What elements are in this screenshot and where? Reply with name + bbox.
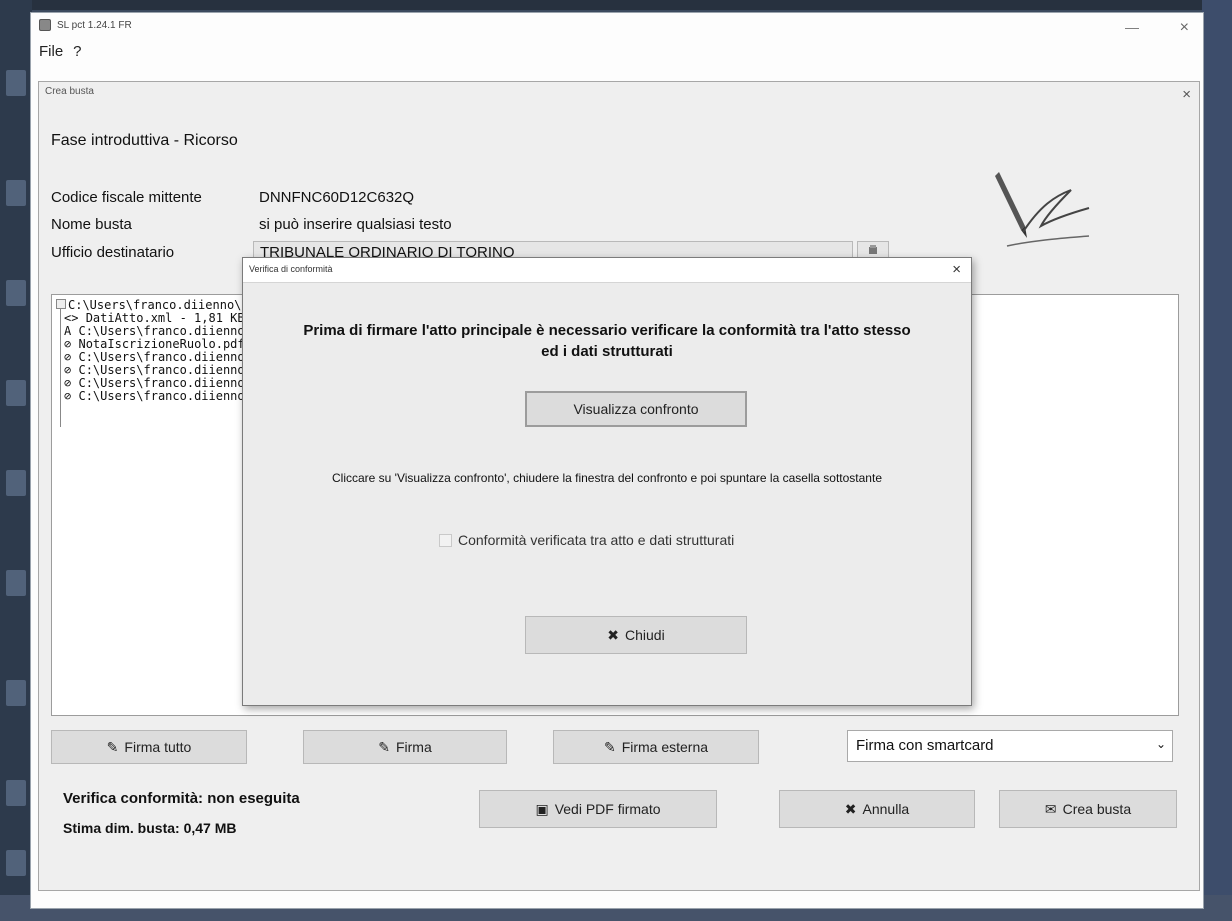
close-icon: ✖ [607, 626, 620, 643]
paperclip-icon: ⊘ [64, 337, 72, 351]
dialog-close-button[interactable]: × [1182, 86, 1191, 103]
tree-item[interactable]: A C:\Users\franco.diienno\ [64, 325, 252, 337]
codice-fiscale-value: DNNFNC60D12C632Q [259, 189, 415, 206]
nome-busta-value: si può inserire qualsiasi testo [259, 216, 452, 233]
paperclip-icon: ⊘ [64, 350, 72, 364]
conformita-checkbox-row[interactable]: Conformità verificata tra atto e dati st… [439, 532, 734, 548]
desktop-icon[interactable] [6, 850, 26, 876]
app-titlebar: SL pct 1.24.1 FR [39, 19, 132, 31]
firma-tutto-button[interactable]: ✎ Firma tutto [51, 730, 247, 764]
desktop-icon[interactable] [6, 70, 26, 96]
tree-connector [60, 305, 61, 427]
menu-file[interactable]: File [39, 43, 63, 60]
tree-item[interactable]: <> DatiAtto.xml - 1,81 KB [64, 312, 245, 324]
signature-pen-icon [995, 172, 1090, 247]
tree-item[interactable]: ⊘ NotaIscrizioneRuolo.pdf [64, 338, 245, 350]
folder-icon [56, 299, 66, 309]
annulla-button[interactable]: ✖ Annulla [779, 790, 975, 828]
paperclip-icon: ⊘ [64, 363, 72, 377]
pen-icon: ✎ [603, 738, 616, 755]
chevron-down-icon: ⌄ [1155, 737, 1166, 751]
modal-titlebar: Verifica di conformità × [243, 258, 971, 283]
pen-icon: ✎ [106, 738, 119, 755]
conformita-checkbox-label: Conformità verificata tra atto e dati st… [458, 532, 735, 548]
modal-heading: Prima di firmare l'atto principale è nec… [303, 322, 911, 360]
browse-icon [869, 245, 877, 254]
desktop-icon[interactable] [6, 680, 26, 706]
desktop-icon[interactable] [6, 180, 26, 206]
stima-dimensione: Stima dim. busta: 0,47 MB [63, 820, 237, 836]
firma-method-select[interactable]: Firma con smartcard ⌄ [847, 730, 1173, 762]
tree-item[interactable]: ⊘ C:\Users\franco.diienno\ [64, 377, 252, 389]
verifica-status: Verifica conformità: non eseguita [63, 790, 300, 807]
desktop-top-strip [0, 0, 1232, 10]
menu-bar: File ? [39, 43, 82, 60]
desktop-right-strip [1202, 0, 1232, 921]
desktop-icons-strip [0, 0, 32, 921]
minimize-button[interactable]: — [1125, 19, 1139, 35]
firma-esterna-button[interactable]: ✎ Firma esterna [553, 730, 759, 764]
desktop-icon[interactable] [6, 570, 26, 596]
desktop-icon[interactable] [6, 470, 26, 496]
lock-icon [39, 19, 51, 31]
chiudi-button[interactable]: ✖ Chiudi [525, 616, 747, 654]
vedi-pdf-button[interactable]: ▣ Vedi PDF firmato [479, 790, 717, 828]
pdf-icon: ▣ [535, 800, 549, 817]
app-title: SL pct 1.24.1 FR [57, 19, 132, 31]
visualizza-confronto-button[interactable]: Visualizza confronto [525, 391, 747, 427]
tree-item-root[interactable]: C:\Users\franco.diienno\Do [56, 299, 256, 311]
document-a-icon: A [64, 324, 72, 338]
tree-item[interactable]: ⊘ C:\Users\franco.diienno\ [64, 364, 252, 376]
ufficio-label: Ufficio destinatario [51, 244, 175, 261]
desktop-icon[interactable] [6, 380, 26, 406]
codice-fiscale-label: Codice fiscale mittente [51, 189, 202, 206]
verifica-modal: Verifica di conformità × Prima di firmar… [242, 257, 972, 706]
menu-help[interactable]: ? [73, 43, 81, 60]
desktop-icon[interactable] [6, 780, 26, 806]
pen-icon: ✎ [378, 738, 390, 755]
tree-item[interactable]: ⊘ C:\Users\franco.diienno\ [64, 390, 252, 402]
paperclip-icon: ⊘ [64, 389, 72, 403]
xml-icon: <> [64, 311, 79, 325]
envelope-icon: ✉ [1044, 800, 1057, 817]
modal-title: Verifica di conformità [249, 264, 333, 274]
tree-item[interactable]: ⊘ C:\Users\franco.diienno\ [64, 351, 252, 363]
paperclip-icon: ⊘ [64, 376, 72, 390]
modal-close-button[interactable]: × [952, 261, 961, 278]
nome-busta-label: Nome busta [51, 216, 132, 233]
conformita-checkbox[interactable] [439, 533, 452, 547]
fase-heading: Fase introduttiva - Ricorso [51, 132, 238, 149]
modal-instructions: Cliccare su 'Visualizza confronto', chiu… [331, 471, 882, 485]
app-close-button[interactable]: × [1180, 19, 1189, 37]
crea-busta-button[interactable]: ✉ Crea busta [999, 790, 1177, 828]
dialog-title: Crea busta [45, 86, 94, 97]
close-icon: ✖ [844, 800, 857, 817]
firma-button[interactable]: ✎ Firma [303, 730, 507, 764]
desktop-icon[interactable] [6, 280, 26, 306]
